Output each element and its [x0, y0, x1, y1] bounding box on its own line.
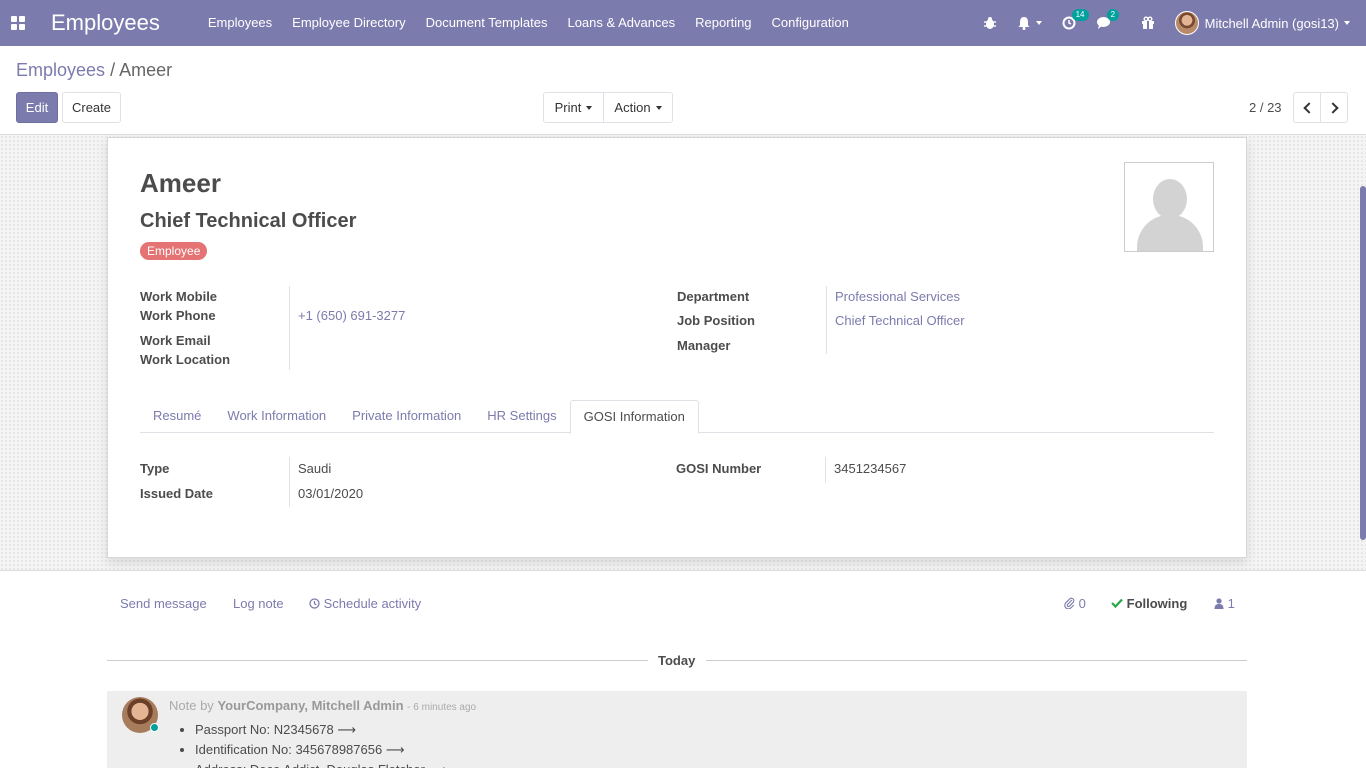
- schedule-activity-button[interactable]: Schedule activity: [309, 596, 421, 611]
- gosi-type-label: Type: [140, 461, 170, 476]
- scrollbar[interactable]: [1360, 186, 1366, 540]
- breadcrumb-current: Ameer: [119, 60, 173, 80]
- notification-bell-icon[interactable]: [1007, 0, 1052, 46]
- attachments-count: 0: [1078, 596, 1086, 611]
- log-note-button[interactable]: Log note: [233, 596, 284, 611]
- menu-configuration[interactable]: Configuration: [762, 0, 859, 46]
- gosi-issued-date-value[interactable]: 03/01/2020: [298, 486, 363, 501]
- menu-loans-advances[interactable]: Loans & Advances: [557, 0, 685, 46]
- chevron-down-icon: [1035, 21, 1042, 25]
- user-menu[interactable]: Mitchell Admin (gosi13): [1165, 0, 1366, 46]
- today-separator: Today: [658, 653, 696, 668]
- pager-next-button[interactable]: [1320, 92, 1348, 123]
- chevron-right-icon: [1326, 101, 1339, 114]
- message-time: - 6 minutes ago: [407, 702, 477, 713]
- list-item: Identification No: 345678987656 ⟶: [195, 740, 447, 760]
- print-label: Print: [554, 100, 582, 115]
- breadcrumb: Employees / Ameer: [16, 60, 172, 81]
- attachments-button[interactable]: 0: [1064, 596, 1086, 611]
- print-dropdown[interactable]: Print: [543, 92, 604, 123]
- divider: [706, 660, 1247, 661]
- message-header: Note by YourCompany, Mitchell Admin - 6 …: [169, 698, 476, 713]
- chevron-down-icon: [1344, 21, 1350, 25]
- create-button[interactable]: Create: [62, 92, 121, 123]
- avatar: [1174, 11, 1199, 35]
- form-tabs: Resumé Work Information Private Informat…: [140, 400, 1214, 434]
- activity-clock-icon[interactable]: 14: [1052, 0, 1089, 46]
- work-location-label: Work Location: [140, 352, 231, 367]
- following-button[interactable]: Following: [1111, 596, 1187, 611]
- gosi-number-value[interactable]: 3451234567: [834, 461, 906, 476]
- work-email-label: Work Email: [140, 333, 211, 348]
- employee-job-title[interactable]: Chief Technical Officer: [140, 210, 356, 233]
- tracking-values-list: Passport No: N2345678 ⟶ Identification N…: [195, 720, 447, 768]
- paperclip-icon: [1064, 597, 1075, 610]
- gosi-issued-date-label: Issued Date: [140, 486, 213, 501]
- work-mobile-label: Work Mobile: [140, 289, 218, 304]
- main-menu: Employees Employee Directory Document Te…: [198, 0, 859, 46]
- list-item: Address: Deco Addict, Douglas Fletcher ⟶: [195, 760, 447, 768]
- employee-name[interactable]: Ameer: [140, 168, 221, 199]
- tab-hr-settings[interactable]: HR Settings: [474, 400, 569, 433]
- menu-employees[interactable]: Employees: [198, 0, 282, 46]
- menu-employee-directory[interactable]: Employee Directory: [282, 0, 415, 46]
- clock-icon: [309, 598, 320, 609]
- following-label: Following: [1126, 596, 1188, 611]
- chevron-down-icon: [586, 105, 593, 110]
- menu-reporting[interactable]: Reporting: [685, 0, 761, 46]
- systray: 14 2 Mitchell Admin (gosi13): [973, 0, 1366, 46]
- app-title[interactable]: Employees: [51, 10, 160, 36]
- gift-icon[interactable]: [1131, 0, 1165, 46]
- menu-document-templates[interactable]: Document Templates: [416, 0, 558, 46]
- divider: [107, 660, 648, 661]
- message-count-badge: 2: [1106, 9, 1120, 21]
- chatter-message: Note by YourCompany, Mitchell Admin - 6 …: [107, 691, 1247, 768]
- gosi-type-value[interactable]: Saudi: [298, 461, 331, 476]
- placeholder-avatar-icon: [1153, 179, 1187, 219]
- send-message-button[interactable]: Send message: [120, 596, 207, 611]
- tab-resume[interactable]: Resumé: [140, 400, 214, 433]
- employee-tag: Employee: [140, 242, 208, 260]
- breadcrumb-separator: /: [110, 60, 116, 80]
- message-author[interactable]: YourCompany, Mitchell Admin: [217, 698, 403, 713]
- action-label: Action: [614, 100, 651, 115]
- work-phone-value[interactable]: +1 (650) 691-3277: [298, 308, 405, 323]
- followers-button[interactable]: 1: [1214, 596, 1235, 611]
- manager-label: Manager: [677, 338, 731, 353]
- chevron-left-icon: [1302, 101, 1315, 114]
- tab-work-information[interactable]: Work Information: [214, 400, 339, 433]
- user-icon: [1214, 598, 1224, 609]
- action-dropdown[interactable]: Action: [603, 92, 673, 123]
- job-position-label: Job Position: [677, 313, 755, 328]
- tab-private-information[interactable]: Private Information: [339, 400, 474, 433]
- online-status-icon: [150, 723, 159, 732]
- messaging-chat-icon[interactable]: 2: [1086, 0, 1131, 46]
- tab-gosi-information[interactable]: GOSI Information: [569, 400, 699, 434]
- user-name: Mitchell Admin (gosi13): [1204, 15, 1339, 31]
- employee-photo[interactable]: [1124, 162, 1214, 252]
- debug-bug-icon[interactable]: [973, 0, 1007, 46]
- message-prefix: Note by: [169, 698, 214, 713]
- edit-button[interactable]: Edit: [16, 92, 58, 123]
- pager-previous-button[interactable]: [1293, 92, 1321, 123]
- check-icon: [1111, 598, 1123, 609]
- followers-count: 1: [1227, 596, 1235, 611]
- breadcrumb-employees[interactable]: Employees: [16, 60, 105, 80]
- pager-value[interactable]: 2 / 23: [1249, 100, 1282, 115]
- top-navbar: Employees Employees Employee Directory D…: [0, 0, 1366, 46]
- apps-menu-icon[interactable]: [0, 0, 36, 46]
- list-item: Passport No: N2345678 ⟶: [195, 720, 447, 740]
- form-sheet: Ameer Chief Technical Officer Employee W…: [107, 137, 1247, 558]
- gosi-number-label: GOSI Number: [676, 461, 762, 476]
- department-label: Department: [677, 289, 750, 304]
- chevron-down-icon: [655, 105, 662, 110]
- department-value[interactable]: Professional Services: [835, 289, 960, 304]
- work-phone-label: Work Phone: [140, 308, 216, 323]
- schedule-activity-label: Schedule activity: [323, 596, 422, 611]
- job-position-value[interactable]: Chief Technical Officer: [835, 313, 965, 328]
